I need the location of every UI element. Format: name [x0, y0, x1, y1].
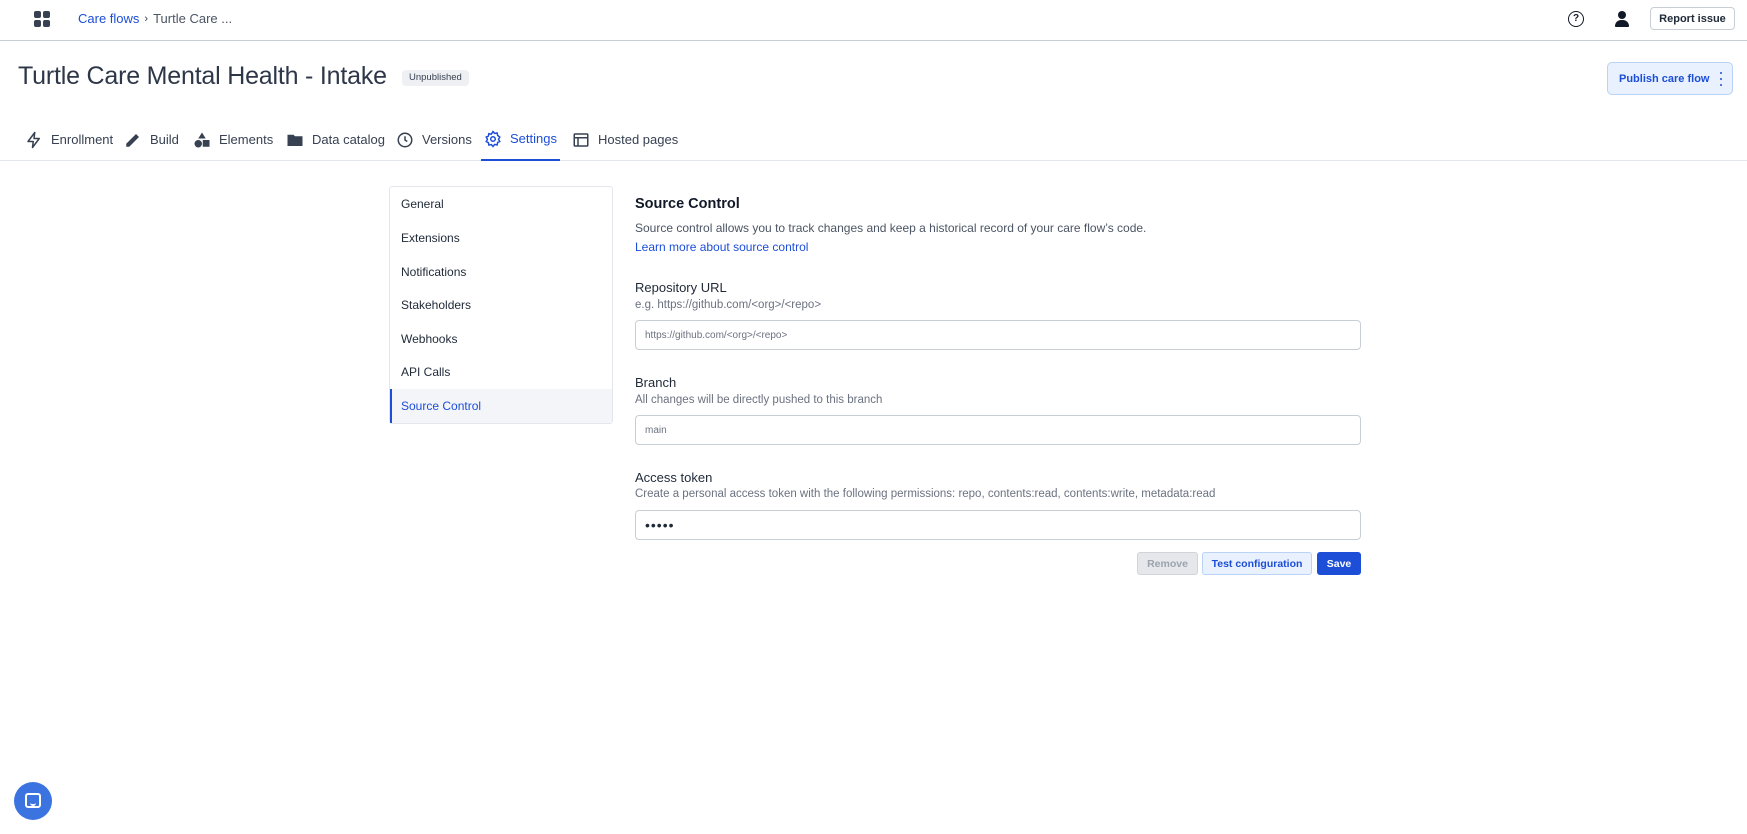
settings-nav-source-control[interactable]: Source Control [390, 389, 612, 423]
app-grid-icon[interactable] [34, 11, 50, 27]
breadcrumb-care-flows[interactable]: Care flows [78, 11, 139, 26]
tab-settings[interactable]: Settings [481, 118, 560, 161]
settings-nav: General Extensions Notifications Stakeho… [389, 186, 613, 424]
pencil-icon [126, 133, 139, 147]
gear-icon [485, 129, 501, 148]
settings-nav-api-calls[interactable]: API Calls [390, 355, 612, 389]
tab-label: Elements [219, 132, 274, 147]
repository-url-label: Repository URL [635, 280, 727, 295]
publish-label: Publish care flow [1619, 72, 1710, 85]
top-bar: Care flows › Turtle Care ... ? Report is… [0, 0, 1747, 41]
access-token-label: Access token [635, 470, 713, 485]
tab-elements[interactable]: Elements [193, 118, 273, 161]
tab-data-catalog[interactable]: Data catalog [286, 118, 385, 161]
tab-label: Hosted pages [598, 132, 679, 147]
section-description: Source control allows you to track chang… [635, 221, 1147, 235]
save-button[interactable]: Save [1317, 552, 1361, 575]
tab-build[interactable]: Build [124, 118, 179, 161]
tab-versions[interactable]: Versions [396, 118, 472, 161]
lightning-icon [27, 131, 40, 148]
settings-nav-notifications[interactable]: Notifications [390, 255, 612, 289]
settings-nav-general[interactable]: General [390, 187, 612, 221]
chat-launcher-button[interactable] [14, 782, 52, 820]
browser-window-icon [573, 132, 589, 147]
tab-label: Settings [510, 131, 557, 146]
shapes-icon [194, 132, 210, 147]
learn-more-link[interactable]: Learn more about source control [635, 240, 808, 254]
settings-nav-stakeholders[interactable]: Stakeholders [390, 288, 612, 322]
access-token-input[interactable] [635, 510, 1361, 540]
remove-button[interactable]: Remove [1137, 552, 1198, 575]
tab-label: Versions [422, 132, 472, 147]
tab-label: Data catalog [312, 132, 385, 147]
user-icon[interactable] [1614, 10, 1630, 28]
branch-help: All changes will be directly pushed to t… [635, 394, 883, 406]
branch-input[interactable] [635, 415, 1361, 445]
settings-nav-extensions[interactable]: Extensions [390, 221, 612, 255]
repository-url-input[interactable] [635, 320, 1361, 350]
folder-icon [287, 134, 303, 146]
more-options-icon[interactable] [1719, 72, 1723, 86]
tab-label: Enrollment [51, 132, 114, 147]
section-title: Source Control [635, 196, 740, 212]
report-issue-button[interactable]: Report issue [1650, 7, 1735, 30]
test-configuration-button[interactable]: Test configuration [1202, 552, 1312, 575]
help-icon[interactable]: ? [1568, 11, 1584, 27]
chat-icon [25, 793, 41, 808]
tab-enrollment[interactable]: Enrollment [25, 118, 113, 161]
repository-url-help: e.g. https://github.com/<org>/<repo> [635, 299, 822, 311]
tab-bar: Enrollment Build Elements Data catalog V… [0, 118, 1747, 161]
breadcrumb: Care flows › Turtle Care ... [78, 11, 232, 26]
status-badge: Unpublished [402, 70, 469, 86]
branch-label: Branch [635, 375, 677, 390]
page-title: Turtle Care Mental Health - Intake [18, 62, 387, 90]
publish-care-flow-button[interactable]: Publish care flow [1607, 62, 1733, 95]
chevron-right-icon: › [144, 12, 149, 25]
access-token-help: Create a personal access token with the … [635, 488, 1216, 500]
tab-hosted-pages[interactable]: Hosted pages [572, 118, 678, 161]
settings-nav-webhooks[interactable]: Webhooks [390, 322, 612, 356]
clock-icon [397, 132, 413, 147]
tab-label: Build [150, 132, 179, 147]
breadcrumb-current: Turtle Care ... [153, 11, 233, 26]
